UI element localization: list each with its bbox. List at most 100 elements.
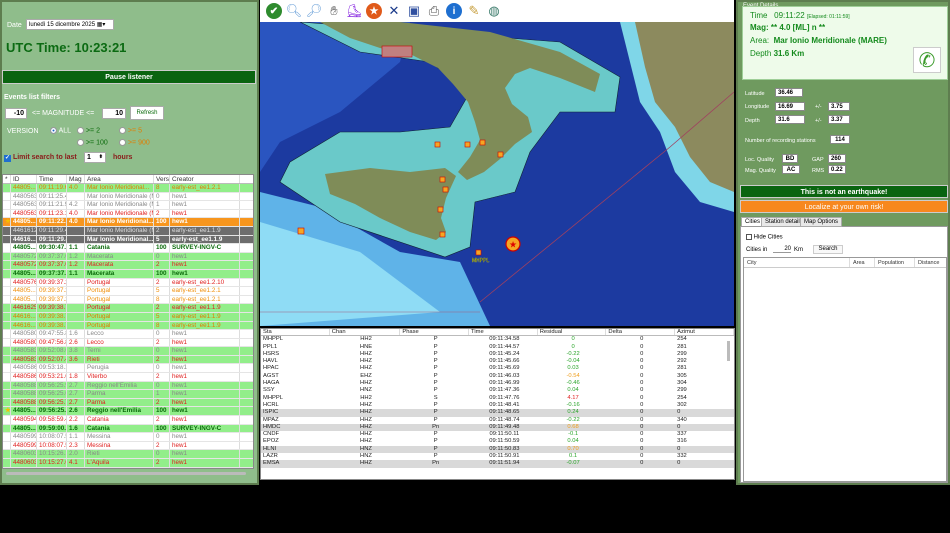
map-view[interactable]: MHPPL ★ [260,21,735,326]
event-row[interactable]: 44616...09:11:29.47 Mar Ionio Meridional.… [3,235,253,245]
column-header[interactable]: Chan [330,329,401,336]
event-row[interactable]: 4480586209:53:18.16 Perugia0hew1 [3,364,253,374]
epicenter-star-icon[interactable]: ★ [366,3,382,19]
column-header[interactable]: Version [154,175,170,183]
italy-icon[interactable]: ⛸︎ [346,3,363,19]
station-row[interactable]: LAZR HNZ P 09:11:50.91 0.1 0 332 [261,453,734,460]
event-row[interactable]: 4480563209:11:21.914.2Mar Ionio Meridion… [3,201,253,210]
print-icon[interactable]: ⎙ [426,3,442,19]
event-row[interactable]: 44616...09:39:38.77 Portugal5early-est_ee… [3,312,253,322]
search-button[interactable]: Search [813,245,843,254]
pan-hand-icon[interactable]: ✋︎ [326,3,342,19]
version-900-radio[interactable]: >= 900 [119,139,150,146]
column-header[interactable]: Phase [400,329,470,336]
station-row[interactable]: ISPIC HHZ P 09:11:48.65 0.24 0 0 [261,409,734,417]
event-row[interactable]: 4480563209:11:25.41 Mar Ionio Meridionale… [3,192,253,202]
station-row[interactable]: EPOZ HHZ P 09:11:50.59 0.04 0 316 [261,438,734,445]
event-row[interactable]: 4480583209:52:08.683.8Terni0hew1 [3,347,253,356]
event-row[interactable]: 44616...09:39:38.77 Portugal8early-est_ee… [3,321,253,331]
phone-icon[interactable]: ✆ [913,47,941,73]
not-earthquake-button[interactable]: This is not an earthquake! [740,185,948,198]
station-row[interactable]: HMDC HHZ Pn 09:11:49.48 0.68 0 0 [261,423,734,432]
event-row[interactable]: 44805...09:30:47.951.1Catania100SURVEY-I… [3,244,253,253]
station-row[interactable]: MHPPL HH2 P 09:11:34.58 0 0 254 [261,336,734,343]
event-row[interactable]: 4461625109:39:38.77 Portugal2early-est_ee… [3,304,253,313]
info-icon[interactable]: i [446,3,462,19]
station-row[interactable]: HPAC HHZ P 09:11:45.69 0.03 0 281 [261,365,734,372]
station-row[interactable]: MPAZ HHZ P 09:11:48.74 -0.22 0 340 [261,417,734,424]
event-row[interactable]: 4480576209:39:37.25 Portugal2early-est_ee… [3,278,253,288]
version-5-radio[interactable]: >= 5 [119,127,142,134]
hide-cities-checkbox[interactable]: Hide Cities [746,234,783,241]
check-icon[interactable]: ✔ [266,3,282,19]
station-row[interactable]: PPL1 HNE P 09:11:44.57 0 0 281 [261,344,734,351]
station-row[interactable]: HCRL HHZ P 09:11:48.41 -0.16 0 302 [261,402,734,409]
station-row[interactable]: CNDF HHZ P 09:11:50.11 -0.1 0 337 [261,431,734,438]
close-x-icon[interactable]: ✕ [386,3,402,19]
column-header[interactable]: Delta [606,329,676,336]
cities-radius-input[interactable]: 20 [773,246,791,253]
pencil-icon[interactable]: ✎ [466,3,482,19]
zoom-out-icon[interactable]: 🔎︎ [306,3,323,19]
version-2-radio[interactable]: >= 2 [77,127,100,134]
vertical-scrollbar[interactable] [727,341,730,361]
event-row[interactable]: 4480588209:56:25.762.7Parma2hew1 [3,398,253,408]
station-row[interactable]: AGST EHZ P 09:11:46.03 -0.54 0 305 [261,373,734,380]
event-row[interactable]: 44805...09:39:37.25 Portugal5early-est_ee… [3,287,253,296]
event-row[interactable]: ★44805...09:11:22.264.0Mar Ionio Meridio… [3,218,253,227]
column-header[interactable]: ID [11,175,37,183]
refresh-button[interactable]: Refresh [130,106,164,120]
date-picker[interactable]: lunedì 15 dicembre 2025 ▦▾ [26,19,114,30]
column-header[interactable]: Azimut [675,329,734,336]
station-row[interactable]: HAGA HHZ P 09:11:46.99 -0.46 0 304 [261,380,734,387]
event-row[interactable]: 4480586209:53:21.621.8Viterbo2hew1 [3,373,253,382]
column-header[interactable]: Residual [538,329,607,336]
column-header[interactable]: Area [849,258,874,267]
event-row[interactable]: 44805...09:37:37.581.1Macerata100hew1 [3,269,253,279]
event-row[interactable]: 4480588209:56:25.912.7Reggio nell'Emilia… [3,381,253,391]
event-row[interactable]: 4480599210:08:07.591.1Messina0hew1 [3,433,253,442]
spinner-icon[interactable]: ⬍ [99,154,103,160]
event-row[interactable]: 4480580209:47:56.892.6Lecco2hew1 [3,338,253,348]
event-row[interactable]: 44805...09:11:19.664.0Mar Ionio Meridion… [3,184,253,193]
column-header[interactable]: City [744,258,849,267]
event-row[interactable]: 4480572209:37:37.011.2Macerata0hew1 [3,252,253,262]
event-row[interactable]: ★44805...09:56:25.472.6Reggio nell'Emili… [3,407,253,417]
column-header[interactable]: Area [85,175,154,183]
event-row[interactable]: 4480583209:52:07.463.6Rieti2hew1 [3,355,253,365]
event-row[interactable]: 4480563209:11:23.144.0Mar Ionio Meridion… [3,209,253,219]
column-header[interactable]: Creator [170,175,240,183]
calendar-icon[interactable]: ▦▾ [97,22,106,28]
column-header[interactable]: Time [469,329,538,336]
pause-listener-button[interactable]: Pause listener [2,70,256,84]
event-row[interactable]: 44805...09:59:00.071.6Catania100SURVEY-I… [3,424,253,434]
mag-max-input[interactable]: 10 [102,108,126,119]
station-row[interactable]: EMSA HHZ Pn 09:11:51.94 -0.07 0 0 [261,460,734,468]
localize-button[interactable]: Localize at your own risk! [740,200,948,213]
event-row[interactable]: 4480603210:15:27.624.1L'Aquila2hew1 [3,459,253,468]
station-row[interactable]: HLNI HNZ P 09:11:50.83 0.70 0 0 [261,445,734,454]
event-row[interactable]: 4480572209:37:37.011.2Macerata2hew1 [3,261,253,270]
station-row[interactable]: SSY HNZ P 09:11:47.36 0.04 0 299 [261,387,734,394]
station-row[interactable]: HSRS HHZ P 09:11:45.24 -0.22 0 299 [261,351,734,358]
event-row[interactable]: 44805...09:39:37.25 Portugal8early-est_ee… [3,295,253,305]
station-row[interactable]: HAVL HHZ P 09:11:45.66 -0.04 0 292 [261,358,734,365]
version-all-radio[interactable]: ALL [50,127,71,134]
limit-search-checkbox[interactable]: ✓ Limit search to last [4,154,77,162]
event-row[interactable]: 4480594209:58:59.402.2Catania2hew1 [3,416,253,425]
column-header[interactable]: Time [37,175,67,183]
event-row[interactable]: 4461612109:11:29.47 Mar Ionio Meridionale… [3,226,253,236]
column-header[interactable]: Distance [914,258,946,267]
column-header[interactable]: Mag [67,175,85,183]
epicenter-star-icon[interactable]: ★ [505,236,521,252]
station-row[interactable]: MHPPL HH2 S 09:11:47.76 4.17 0 254 [261,395,734,402]
column-header[interactable]: Population [874,258,914,267]
event-row[interactable]: 4480603210:15:26.102.0Rieti0hew1 [3,450,253,459]
version-100-radio[interactable]: >= 100 [77,139,108,146]
column-header[interactable]: * [3,175,11,183]
image-icon[interactable]: ▣ [406,3,422,19]
event-row[interactable]: 4480588209:56:25.622.7Parma1hew1 [3,390,253,399]
mag-min-input[interactable]: -10 [5,108,27,119]
horizontal-scrollbar[interactable] [6,472,246,475]
column-header[interactable]: Sta [261,329,330,336]
